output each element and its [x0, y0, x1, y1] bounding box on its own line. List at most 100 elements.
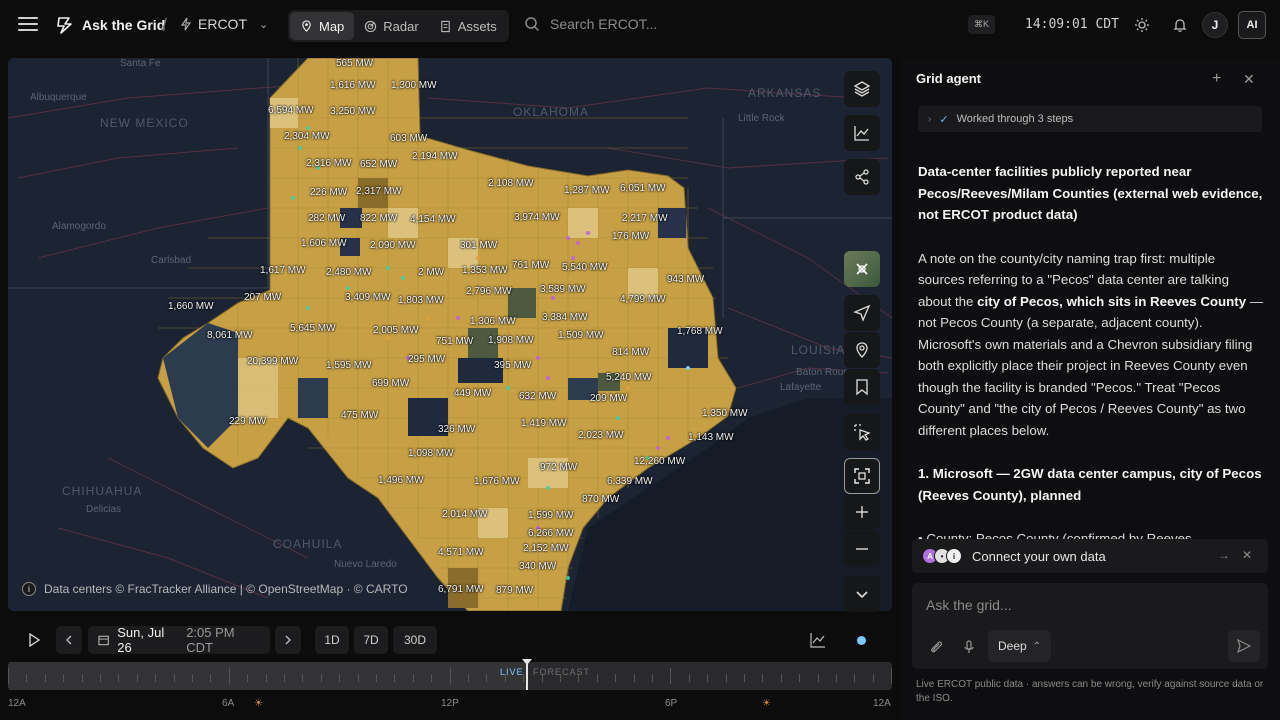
avatar[interactable]: J [1202, 12, 1228, 38]
layers-button[interactable] [844, 71, 880, 107]
capacity-label: 4,154 MW [410, 214, 456, 225]
send-icon [1237, 639, 1251, 653]
mode-label: Deep [998, 639, 1027, 653]
satellite-button[interactable] [844, 251, 880, 287]
capacity-label: 6,791 MW [438, 584, 484, 595]
voice-button[interactable] [958, 636, 980, 658]
capacity-label: 751 MW [436, 336, 474, 347]
close-icon[interactable]: ✕ [1242, 548, 1252, 562]
timeline-tick [486, 674, 488, 682]
chevron-down-icon [856, 591, 868, 599]
chat-input[interactable]: Ask the grid... [926, 597, 1012, 613]
arrow-right-icon[interactable]: → [1218, 548, 1230, 562]
timeline-tick [320, 674, 322, 682]
capacity-label: 1,419 MW [521, 418, 567, 429]
attach-button[interactable] [925, 636, 947, 658]
capacity-label: 20,399 MW [247, 356, 299, 367]
timeline-tick [339, 674, 341, 682]
new-chat-icon[interactable]: + [1212, 70, 1221, 88]
hour-label: 12P [441, 698, 459, 709]
divider: / [162, 15, 168, 35]
chart-button[interactable] [844, 115, 880, 151]
range-30d-button[interactable]: 30D [393, 626, 437, 654]
tab-assets[interactable]: Assets [429, 12, 507, 40]
geo-label: Carlsbad [151, 255, 192, 266]
time-label: 2:05 PM CDT [186, 625, 235, 655]
timeline-tick [615, 674, 617, 682]
notifications-button[interactable] [1169, 14, 1191, 36]
share-icon [855, 169, 869, 185]
timeline-chart-button[interactable] [804, 626, 832, 654]
capacity-label: 282 MW [308, 213, 346, 224]
theme-toggle[interactable] [1131, 14, 1153, 36]
zoom-in-button[interactable] [844, 494, 880, 530]
next-day-button[interactable] [275, 626, 301, 654]
check-icon: ✓ [939, 113, 949, 126]
range-1d-button[interactable]: 1D [315, 626, 349, 654]
zoom-out-button[interactable] [844, 531, 880, 567]
capacity-label: 2,023 MW [578, 430, 624, 441]
capacity-label: 2,796 MW [466, 286, 512, 297]
clock: 14:09:01 CDT [1025, 17, 1119, 32]
navigate-icon [853, 304, 871, 322]
pin-button[interactable] [844, 332, 880, 368]
steps-summary[interactable]: › ✓ Worked through 3 steps [918, 106, 1262, 132]
fit-button[interactable] [844, 458, 880, 494]
bookmark-button[interactable] [844, 369, 880, 405]
calendar-icon [98, 635, 109, 646]
geo-label: Lafayette [780, 382, 822, 393]
microphone-icon [964, 640, 974, 653]
mode-selector[interactable]: Deep ⌃ [988, 630, 1052, 662]
timeline-tick [744, 674, 745, 682]
capacity-label: 6,339 MW [607, 476, 653, 487]
close-icon[interactable]: ✕ [1243, 71, 1255, 88]
capacity-label: 2,304 MW [284, 131, 330, 142]
tab-radar-label: Radar [383, 18, 419, 34]
assets-icon [440, 20, 450, 32]
info-icon[interactable]: i [22, 582, 36, 596]
send-button[interactable] [1228, 630, 1260, 662]
menu-icon[interactable] [18, 17, 38, 33]
map-canvas[interactable] [8, 58, 892, 611]
tab-map[interactable]: Map [290, 12, 355, 40]
timeline-tick [762, 674, 764, 682]
timeline-tick [26, 674, 28, 682]
timeline-tick [872, 674, 874, 682]
collapse-button[interactable] [844, 576, 880, 612]
map-attribution: i Data centers © FracTracker Alliance | … [22, 582, 408, 596]
map-view[interactable]: NEW MEXICO OKLAHOMA ARKANSAS LOUISIANA C… [8, 58, 892, 611]
chevron-right-icon [285, 635, 291, 645]
navigate-button[interactable] [844, 295, 880, 331]
ai-button[interactable]: AI [1238, 11, 1266, 39]
tab-radar[interactable]: Radar [354, 12, 428, 40]
prev-day-button[interactable] [56, 626, 82, 654]
date-picker[interactable]: Sun, Jul 26 2:05 PM CDT [88, 625, 270, 655]
search-bar[interactable]: Search ERCOT... [524, 16, 944, 32]
timeline-tick [284, 674, 285, 682]
play-button[interactable] [20, 626, 48, 654]
capacity-label: 632 MW [519, 391, 557, 402]
timeline-tick [210, 674, 212, 682]
select-button[interactable] [844, 414, 880, 450]
share-button[interactable] [844, 159, 880, 195]
timeline-cursor[interactable] [526, 662, 528, 690]
timeline-tick [81, 674, 83, 682]
capacity-label: 395 MW [494, 360, 532, 371]
bookmark-icon [856, 379, 868, 396]
connect-data-banner[interactable]: A • i Connect your own data → ✕ [912, 539, 1268, 573]
capacity-label: 8,061 MW [207, 330, 253, 341]
capacity-label: 1,768 MW [677, 326, 723, 337]
chart-icon [854, 126, 869, 141]
timeline-scrubber[interactable] [8, 662, 892, 690]
region-selector[interactable]: ERCOT ⌄ [180, 16, 268, 32]
capacity-label: 565 MW [336, 58, 374, 69]
timeline-tick [265, 674, 267, 682]
search-input[interactable]: Search ERCOT... [550, 16, 657, 32]
agent-panel: Grid agent + ✕ › ✓ Worked through 3 step… [900, 58, 1280, 720]
answer-heading: Data-center facilities publicly reported… [918, 164, 1263, 222]
capacity-label: 879 MW [496, 585, 534, 596]
capacity-label: 1,306 MW [470, 316, 516, 327]
range-7d-button[interactable]: 7D [354, 626, 388, 654]
timeline-tick [228, 668, 230, 684]
hour-label: 12A [8, 698, 26, 709]
